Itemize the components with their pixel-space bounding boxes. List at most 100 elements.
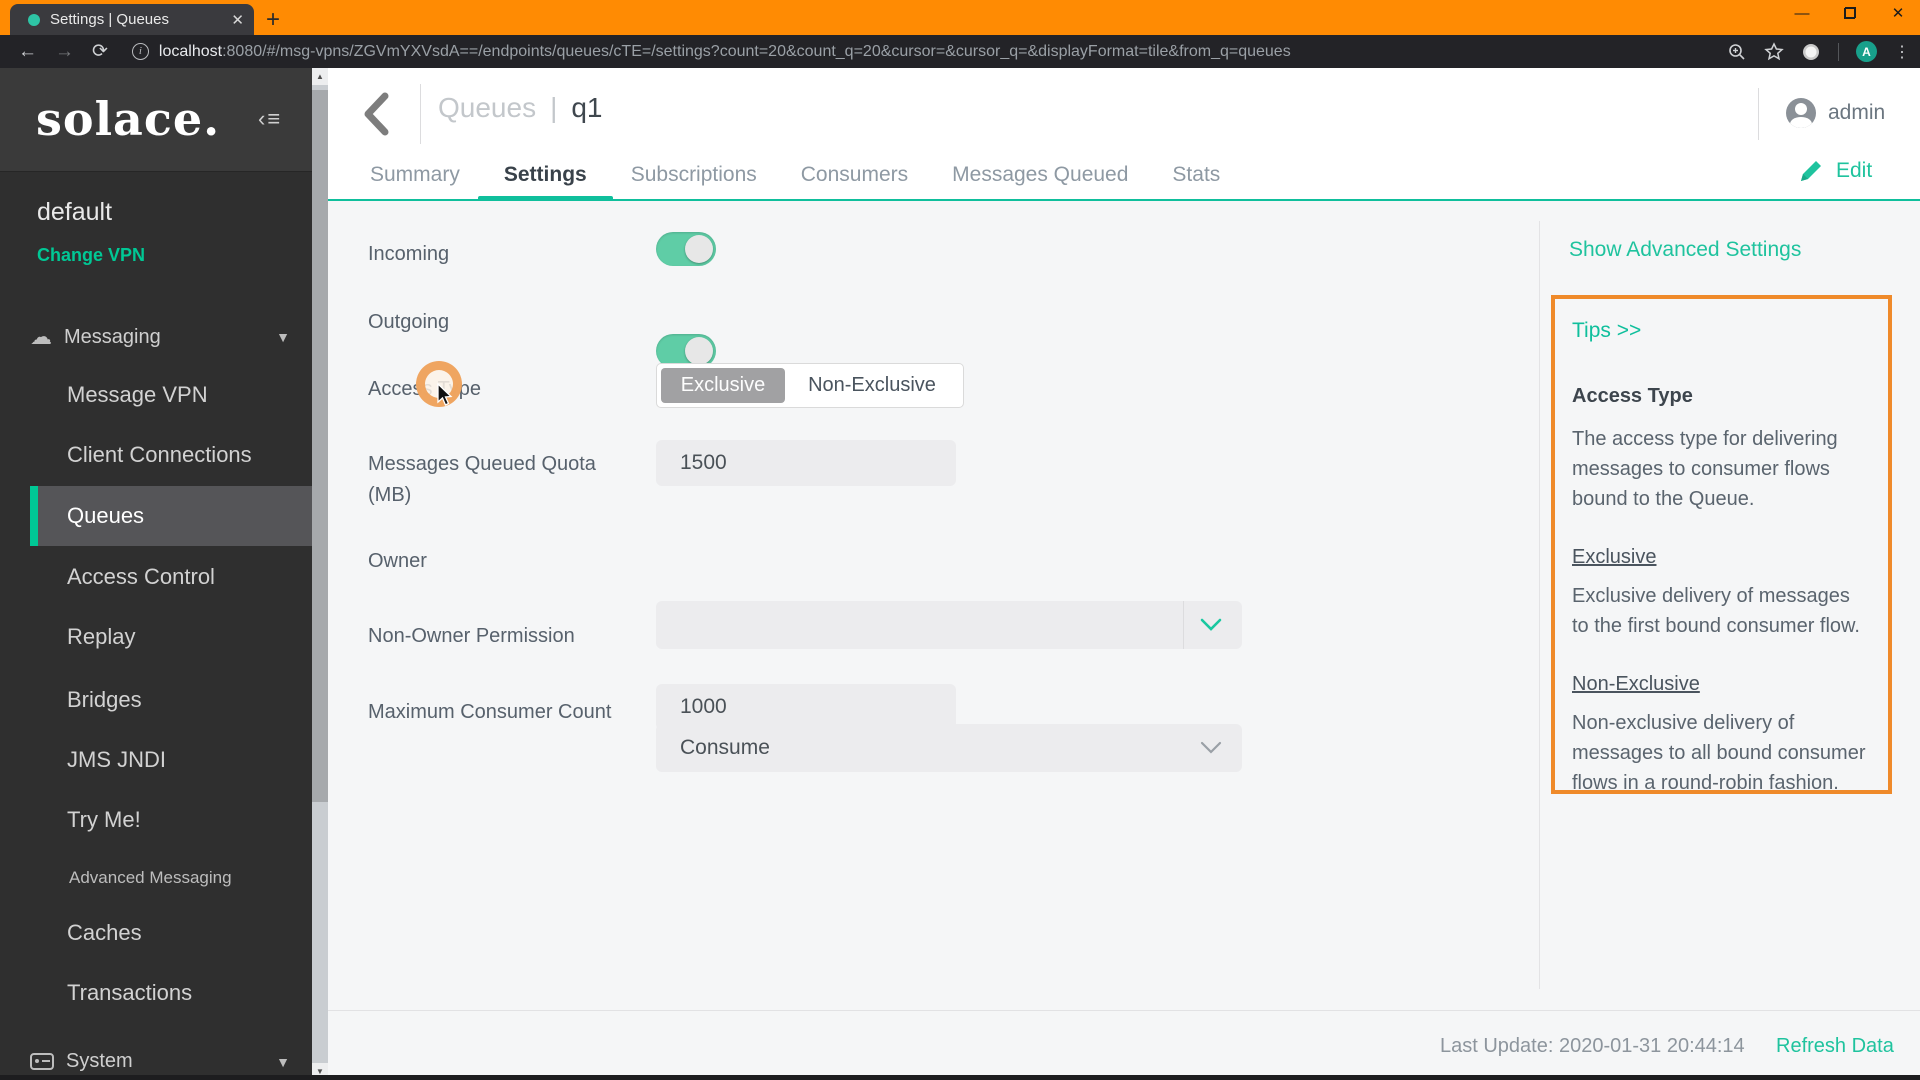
restore-icon[interactable] [1844,7,1856,19]
content-divider [1539,221,1540,989]
tab-consumers[interactable]: Consumers [799,149,910,200]
tips-link[interactable]: Tips >> [1572,319,1871,343]
sidebar-item-try-me[interactable]: Try Me! [0,790,312,850]
sidebar-section-label: Messaging [64,325,161,348]
toggle-knob [685,337,713,365]
sidebar-item-access-control[interactable]: Access Control [0,547,312,607]
tab-settings[interactable]: Settings [477,149,613,202]
user-avatar-icon [1786,98,1816,128]
tab-title: Settings | Queues [50,11,169,28]
sidebar-item-bridges[interactable]: Bridges [0,670,312,730]
footer-divider [328,1010,1920,1011]
cloud-icon: ☁ [30,324,52,349]
browser-menu-icon[interactable]: ⋮ [1894,42,1910,62]
tips-body: The access type for delivering messages … [1572,428,1838,510]
extension-icon[interactable] [1801,42,1821,62]
url-host: localhost [158,42,223,60]
window-bottom-edge [0,1075,1920,1080]
browser-tab[interactable]: Settings | Queues ✕ [10,4,254,35]
address-field[interactable]: localhost:8080/#/msg-vpns/ZGVmYXVsdA==/e… [159,43,1639,61]
url-path: :8080/#/msg-vpns/ZGVmYXVsdA==/endpoints/… [222,42,1291,60]
edit-button[interactable]: Edit [1798,158,1872,184]
edit-label: Edit [1836,159,1873,182]
urlbar-divider [1838,42,1839,61]
browser-urlbar: ← → ⟳ i localhost:8080/#/msg-vpns/ZGVmYX… [0,35,1920,68]
page-title: q1 [571,92,603,123]
quota-label: Messages Queued Quota (MB) [368,453,596,506]
sidebar-item-caches[interactable]: Caches [0,903,312,963]
tab-close-icon[interactable]: ✕ [231,11,244,29]
zoom-icon[interactable] [1727,42,1747,62]
refresh-data-link[interactable]: Refresh Data [1776,1035,1894,1058]
chevron-down-icon [1200,741,1222,754]
breadcrumb-parent[interactable]: Queues [438,92,536,124]
window-controls: — ✕ [1794,4,1906,23]
user-divider [1758,88,1759,140]
sidebar-item-jms-jndi[interactable]: JMS JNDI [0,730,312,790]
incoming-label: Incoming [368,243,450,265]
app-window: Settings | Queues ✕ + — ✕ ← → ⟳ i localh… [0,0,1920,1080]
back-icon[interactable]: ← [18,41,37,63]
outgoing-label: Outgoing [368,311,450,333]
access-type-exclusive-option[interactable]: Exclusive [661,368,785,403]
header-divider [420,84,421,144]
toggle-knob [685,235,713,263]
non-owner-permission-dropdown[interactable]: Consume [656,724,1242,772]
change-vpn-link[interactable]: Change VPN [37,245,145,266]
last-update-text: Last Update: 2020-01-31 20:44:14 [1440,1035,1745,1057]
quota-input[interactable]: 1500 [656,440,956,486]
tab-stats[interactable]: Stats [1170,149,1222,200]
bookmark-star-icon[interactable] [1764,41,1784,62]
tips-desc-exclusive: Exclusive delivery of messages to the fi… [1572,585,1860,637]
tab-subscriptions[interactable]: Subscriptions [629,149,759,200]
tab-summary[interactable]: Summary [368,149,462,200]
sidebar-section-messaging[interactable]: ☁ Messaging ▼ [0,318,312,356]
minimize-icon[interactable]: — [1794,5,1810,22]
tips-term-exclusive: Exclusive [1572,546,1657,568]
user-menu[interactable]: admin [1786,98,1885,128]
pencil-icon [1801,161,1821,181]
owner-dropdown[interactable] [656,601,1242,649]
chevron-down-icon: ▼ [276,1053,290,1070]
sidebar-item-client-connections[interactable]: Client Connections [0,425,312,485]
new-tab-button[interactable]: + [266,8,280,32]
tab-messages-queued[interactable]: Messages Queued [950,149,1130,200]
non-owner-permission-label: Non-Owner Permission [368,625,575,647]
sidebar-scrollbar-thumb[interactable] [312,90,328,802]
browser-profile-avatar[interactable]: A [1856,41,1877,62]
chevron-down-icon: ▼ [276,329,290,345]
forward-icon[interactable]: → [55,41,74,63]
sidebar-item-message-vpn[interactable]: Message VPN [0,365,312,425]
show-advanced-settings-link[interactable]: Show Advanced Settings [1569,238,1801,262]
tips-term-non-exclusive: Non-Exclusive [1572,673,1700,695]
close-icon[interactable]: ✕ [1890,4,1906,22]
sidebar-item-advanced-messaging[interactable]: Advanced Messaging [0,858,312,898]
max-consumer-count-input[interactable]: 1000 [656,684,956,730]
sidebar-section-label: System [66,1050,133,1072]
sidebar-item-replay[interactable]: Replay [0,607,312,667]
sidebar-collapse-icon[interactable]: ‹≡ [258,106,282,132]
tips-panel: Tips >> Access Type The access type for … [1551,295,1892,794]
tips-heading: Access Type [1572,385,1693,407]
tips-desc-non-exclusive: Non-exclusive delivery of messages to al… [1572,712,1866,794]
access-type-non-exclusive-option[interactable]: Non-Exclusive [785,368,959,403]
solace-logo: solace. [36,92,221,146]
sidebar-item-transactions[interactable]: Transactions [0,963,312,1023]
user-name: admin [1828,101,1886,124]
reload-icon[interactable]: ⟳ [92,40,108,63]
chevron-down-icon [1200,618,1222,631]
access-type-label: Access Type [368,378,481,400]
system-icon [30,1053,54,1070]
browser-titlebar [0,0,1920,35]
sidebar-item-queues[interactable]: Queues [30,486,312,546]
mouse-cursor-icon [437,383,453,406]
dropdown-divider [1183,601,1184,649]
vpn-name: default [37,198,113,226]
tab-bar: Summary Settings Subscriptions Consumers… [328,149,1920,202]
back-chevron-button[interactable] [362,92,390,136]
page-info-icon[interactable]: i [131,43,149,60]
scroll-up-icon[interactable]: ▲ [312,68,328,85]
tab-favicon-icon [28,13,40,26]
owner-label: Owner [368,550,427,572]
incoming-toggle[interactable] [656,232,716,266]
